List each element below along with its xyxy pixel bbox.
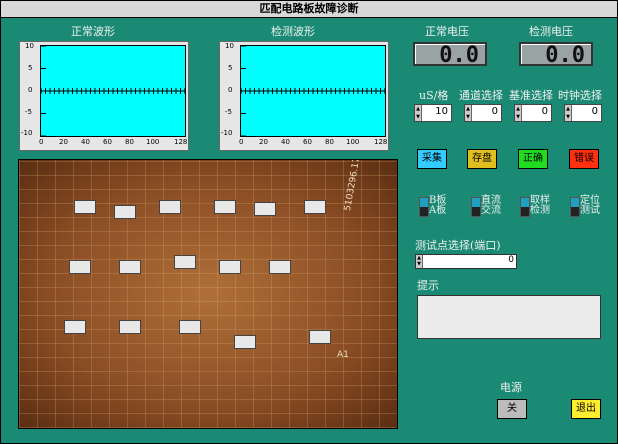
circuit-board-image: 5103296.172 A1 (18, 159, 398, 429)
toggle-knob (521, 198, 529, 207)
board-tag-marking: A1 (337, 350, 349, 360)
test-xtick: 128 (374, 138, 388, 146)
test-xtick: 60 (303, 138, 312, 146)
toggle-knob (420, 198, 428, 207)
save-button[interactable]: 存盘 (467, 149, 497, 169)
ic-chip (214, 200, 236, 214)
ic-chip (119, 320, 141, 334)
slider-arrows-icon[interactable]: ▲ ▼ (416, 255, 423, 268)
hint-box (417, 295, 601, 339)
normal-voltage-label: 正常电压 (425, 25, 469, 38)
us-per-div-stepper[interactable]: ▲ ▼ 10 (414, 104, 452, 122)
channel-value: 0 (491, 106, 498, 117)
normal-waveform-chart: 10 5 0 -5 -10 0 20 40 60 80 100 128 (19, 41, 189, 151)
stepper-arrows-icon[interactable]: ▲ ▼ (565, 105, 572, 121)
toggle-knob (571, 198, 579, 207)
ic-chip (69, 260, 91, 274)
sample-toggle-bottom: 检测 (530, 205, 550, 216)
board-toggle-bottom: A板 (429, 205, 447, 216)
ic-chip (74, 200, 96, 214)
plot-grid (40, 45, 186, 137)
test-point-slider[interactable]: ▲ ▼ 0 (415, 254, 517, 269)
dc-ac-toggle[interactable] (471, 197, 481, 217)
hint-label: 提示 (417, 279, 439, 292)
normal-xtick: 80 (125, 138, 134, 146)
correct-button[interactable]: 正确 (518, 149, 548, 169)
power-label: 电源 (500, 381, 522, 394)
test-waveform-chart: 10 5 0 -5 -10 0 20 40 60 80 100 128 (219, 41, 389, 151)
channel-label: 通道选择 (459, 89, 503, 102)
normal-xtick: 20 (59, 138, 68, 146)
power-button[interactable]: 关 (497, 399, 527, 419)
test-ytick: 0 (228, 86, 233, 94)
normal-xtick: 100 (146, 138, 160, 146)
ic-chip (174, 255, 196, 269)
ic-chip (219, 260, 241, 274)
channel-stepper[interactable]: ▲ ▼ 0 (464, 104, 502, 122)
stepper-arrows-icon[interactable]: ▲ ▼ (465, 105, 472, 121)
main-window: 匹配电路板故障诊断 正常波形 10 5 0 -5 -10 0 20 40 60 … (0, 0, 618, 444)
clock-label: 时钟选择 (558, 89, 602, 102)
position-toggle[interactable] (570, 197, 580, 217)
toggle-knob (472, 198, 480, 207)
test-waveform-plot (240, 45, 386, 137)
test-ytick: -5 (225, 108, 232, 116)
normal-voltage-display: 0.0 (413, 42, 487, 68)
ic-chip (64, 320, 86, 334)
normal-ytick: -5 (25, 108, 32, 116)
test-point-value: 0 (508, 255, 514, 265)
test-ytick: -10 (221, 129, 233, 137)
board-toggle[interactable] (419, 197, 429, 217)
sample-toggle[interactable] (520, 197, 530, 217)
test-ytick: 5 (228, 64, 233, 72)
ic-chip (159, 200, 181, 214)
test-ytick: 10 (225, 42, 234, 50)
normal-xtick: 40 (81, 138, 90, 146)
test-point-label: 测试点选择(端口) (415, 239, 501, 252)
ic-chip (179, 320, 201, 334)
stepper-arrows-icon[interactable]: ▲ ▼ (515, 105, 522, 121)
ic-chip (254, 202, 276, 216)
test-waveform-label: 检测波形 (271, 25, 315, 38)
normal-xtick: 128 (174, 138, 188, 146)
test-xtick: 20 (259, 138, 268, 146)
test-voltage-label: 检测电压 (529, 25, 573, 38)
exit-button[interactable]: 退出 (571, 399, 601, 419)
ic-chip (234, 335, 256, 349)
ic-chip (269, 260, 291, 274)
ic-chip (114, 205, 136, 219)
ic-chip (304, 200, 326, 214)
reference-stepper[interactable]: ▲ ▼ 0 (514, 104, 552, 122)
test-xtick: 0 (239, 138, 244, 146)
us-per-div-label: uS/格 (419, 89, 449, 102)
normal-ytick: 5 (28, 64, 33, 72)
normal-waveform-label: 正常波形 (71, 25, 115, 38)
error-button[interactable]: 错误 (569, 149, 599, 169)
us-per-div-value: 10 (435, 106, 448, 117)
stepper-arrows-icon[interactable]: ▲ ▼ (415, 105, 422, 121)
position-toggle-bottom: 测试 (580, 205, 600, 216)
normal-ytick: 0 (28, 86, 33, 94)
normal-xtick: 0 (39, 138, 44, 146)
test-xtick: 80 (325, 138, 334, 146)
dc-ac-toggle-bottom: 交流 (481, 205, 501, 216)
normal-waveform-plot (40, 45, 186, 137)
test-xtick: 40 (281, 138, 290, 146)
normal-ytick: 10 (25, 42, 34, 50)
clock-stepper[interactable]: ▲ ▼ 0 (564, 104, 602, 122)
clock-value: 0 (591, 106, 598, 117)
test-voltage-display: 0.0 (519, 42, 593, 68)
normal-xtick: 60 (103, 138, 112, 146)
plot-grid (240, 45, 386, 137)
ic-chip (119, 260, 141, 274)
normal-ytick: -10 (21, 129, 33, 137)
ic-chip (309, 330, 331, 344)
reference-value: 0 (541, 106, 548, 117)
acquire-button[interactable]: 采集 (417, 149, 447, 169)
window-title: 匹配电路板故障诊断 (1, 1, 617, 18)
test-xtick: 100 (346, 138, 360, 146)
reference-label: 基准选择 (509, 89, 553, 102)
